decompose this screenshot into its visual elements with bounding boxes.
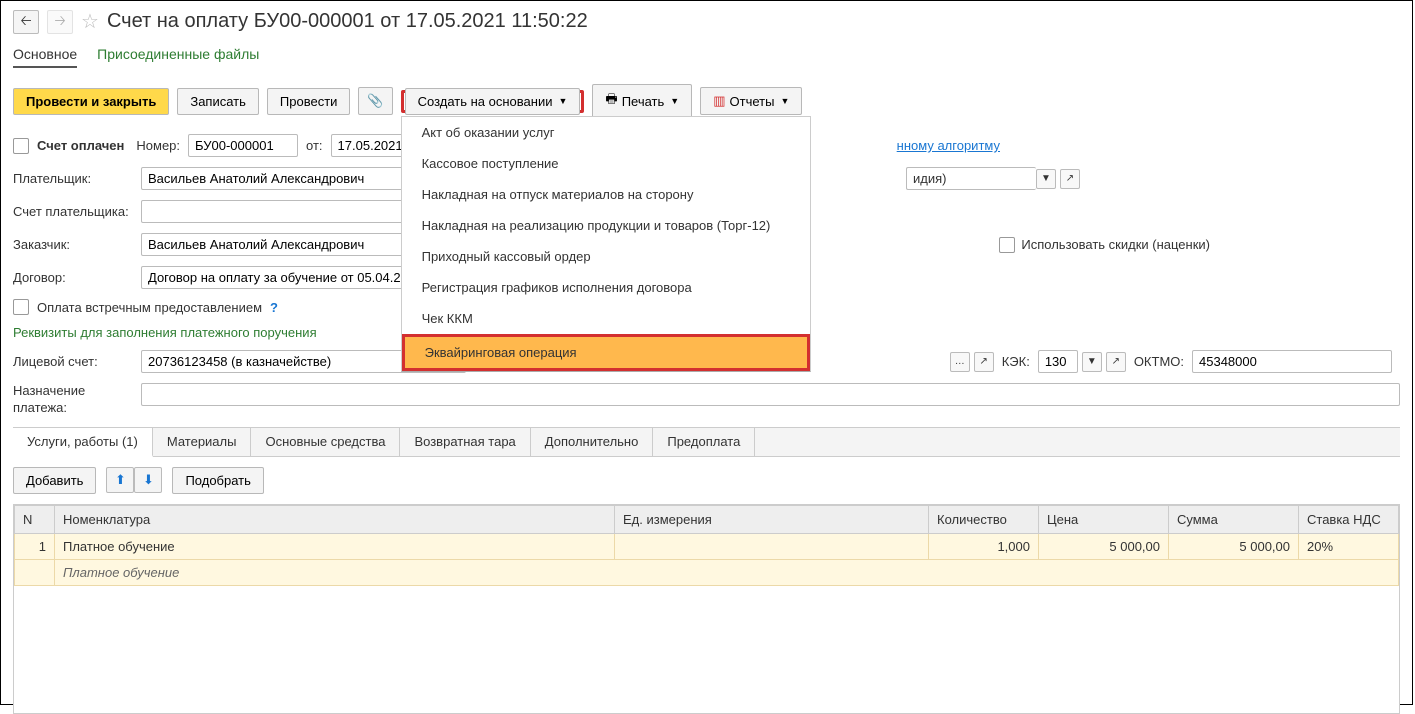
cell-qty: 1,000 [929, 533, 1039, 559]
caret-down-icon: ▼ [670, 96, 679, 106]
open-dialog-icon[interactable]: ↗ [1106, 352, 1126, 372]
printer-icon: 🖶 [605, 90, 617, 112]
table-row[interactable]: 1 Платное обучение 1,000 5 000,00 5 000,… [15, 533, 1399, 559]
th-n: N [15, 505, 55, 533]
page-title: Счет на оплату БУ00-000001 от 17.05.2021… [107, 10, 588, 33]
tab-prepayment[interactable]: Предоплата [653, 428, 755, 456]
dropdown-item-acquiring[interactable]: Эквайринговая операция [405, 337, 807, 368]
tab-additional[interactable]: Дополнительно [531, 428, 654, 456]
dropdown-item[interactable]: Чек ККМ [402, 303, 810, 334]
save-button[interactable]: Записать [177, 88, 259, 115]
caret-down-icon: ▼ [780, 96, 789, 106]
cell-name: Платное обучение [55, 533, 615, 559]
kek-label: КЭК: [1002, 354, 1030, 369]
ellipsis-icon[interactable]: … [950, 352, 970, 372]
create-based-button[interactable]: Создать на основании ▼ [405, 88, 581, 115]
cell-sum: 5 000,00 [1169, 533, 1299, 559]
nav-back-button[interactable]: 🡠 [13, 10, 39, 34]
number-label: Номер: [136, 138, 180, 153]
subnav-attached-files[interactable]: Присоединенные файлы [97, 46, 259, 68]
requisites-link[interactable]: Реквизиты для заполнения платежного пору… [13, 325, 317, 340]
services-table: N Номенклатура Ед. измерения Количество … [14, 505, 1399, 586]
move-up-button[interactable]: ⬆ [106, 467, 134, 493]
cell-n: 1 [15, 533, 55, 559]
table-row-desc[interactable]: Платное обучение [15, 559, 1399, 585]
payer-label: Плательщик: [13, 171, 133, 186]
post-and-close-button[interactable]: Провести и закрыть [13, 88, 169, 115]
payer-suffix-field[interactable]: идия) [906, 167, 1036, 190]
tab-materials[interactable]: Материалы [153, 428, 252, 456]
th-nomenclature: Номенклатура [55, 505, 615, 533]
discounts-checkbox[interactable] [999, 237, 1015, 253]
arrow-up-icon: ⬆ [115, 472, 126, 488]
move-down-button[interactable]: ⬇ [134, 467, 162, 493]
create-based-dropdown: Акт об оказании услуг Кассовое поступлен… [401, 116, 811, 372]
th-qty: Количество [929, 505, 1039, 533]
favorite-star-icon[interactable]: ☆ [81, 9, 99, 34]
cell-vat: 20% [1299, 533, 1399, 559]
attach-button[interactable]: 📎 [358, 87, 392, 115]
create-based-highlight: Создать на основании ▼ [401, 90, 585, 113]
dropdown-item[interactable]: Кассовое поступление [402, 148, 810, 179]
help-icon[interactable]: ? [270, 300, 278, 315]
add-row-button[interactable]: Добавить [13, 467, 96, 494]
purpose-input[interactable] [141, 383, 1400, 406]
purpose-label: Назначение платежа: [13, 383, 133, 417]
contract-label: Договор: [13, 270, 133, 285]
cell-price: 5 000,00 [1039, 533, 1169, 559]
personal-account-label: Лицевой счет: [13, 354, 133, 369]
tab-assets[interactable]: Основные средства [251, 428, 400, 456]
reports-button[interactable]: ▥ Отчеты ▼ [700, 87, 802, 115]
open-dialog-icon[interactable]: ↗ [1060, 169, 1080, 189]
payer-account-label: Счет плательщика: [13, 204, 133, 219]
dropdown-caret-icon[interactable]: ▼ [1036, 169, 1056, 189]
dropdown-item[interactable]: Накладная на реализацию продукции и това… [402, 210, 810, 241]
paid-checkbox[interactable] [13, 138, 29, 154]
cell-unit [615, 533, 929, 559]
select-button[interactable]: Подобрать [172, 467, 263, 494]
dropdown-item[interactable]: Регистрация графиков исполнения договора [402, 272, 810, 303]
arrow-down-icon: ⬇ [143, 472, 154, 488]
counter-payment-checkbox[interactable] [13, 299, 29, 315]
from-label: от: [306, 138, 323, 153]
algorithm-link[interactable]: нному алгоритму [897, 138, 1000, 153]
tab-strip: Услуги, работы (1) Материалы Основные ср… [13, 427, 1400, 457]
th-vat: Ставка НДС [1299, 505, 1399, 533]
nav-forward-button[interactable]: 🡢 [47, 10, 73, 34]
dropdown-item[interactable]: Приходный кассовый ордер [402, 241, 810, 272]
dropdown-highlight: Эквайринговая операция [402, 334, 810, 371]
dropdown-caret-icon[interactable]: ▼ [1082, 352, 1102, 372]
dropdown-item[interactable]: Акт об оказании услуг [402, 117, 810, 148]
counter-payment-label: Оплата встречным предоставлением [37, 300, 262, 315]
post-button[interactable]: Провести [267, 88, 351, 115]
tab-services[interactable]: Услуги, работы (1) [13, 428, 153, 457]
oktmo-label: ОКТМО: [1134, 354, 1184, 369]
oktmo-input[interactable] [1192, 350, 1392, 373]
tab-return-packaging[interactable]: Возвратная тара [400, 428, 530, 456]
chart-icon: ▥ [713, 93, 725, 109]
dropdown-item[interactable]: Накладная на отпуск материалов на сторон… [402, 179, 810, 210]
open-dialog-icon[interactable]: ↗ [974, 352, 994, 372]
paid-label: Счет оплачен [37, 138, 124, 153]
subnav-main[interactable]: Основное [13, 46, 77, 68]
kek-input[interactable] [1038, 350, 1078, 373]
th-unit: Ед. измерения [615, 505, 929, 533]
th-sum: Сумма [1169, 505, 1299, 533]
cell-desc: Платное обучение [55, 559, 1399, 585]
number-input[interactable] [188, 134, 298, 157]
th-price: Цена [1039, 505, 1169, 533]
discounts-label: Использовать скидки (наценки) [1021, 237, 1210, 252]
paperclip-icon: 📎 [367, 93, 383, 109]
print-button[interactable]: 🖶 Печать ▼ [592, 84, 692, 118]
customer-label: Заказчик: [13, 237, 133, 252]
caret-down-icon: ▼ [558, 96, 567, 106]
